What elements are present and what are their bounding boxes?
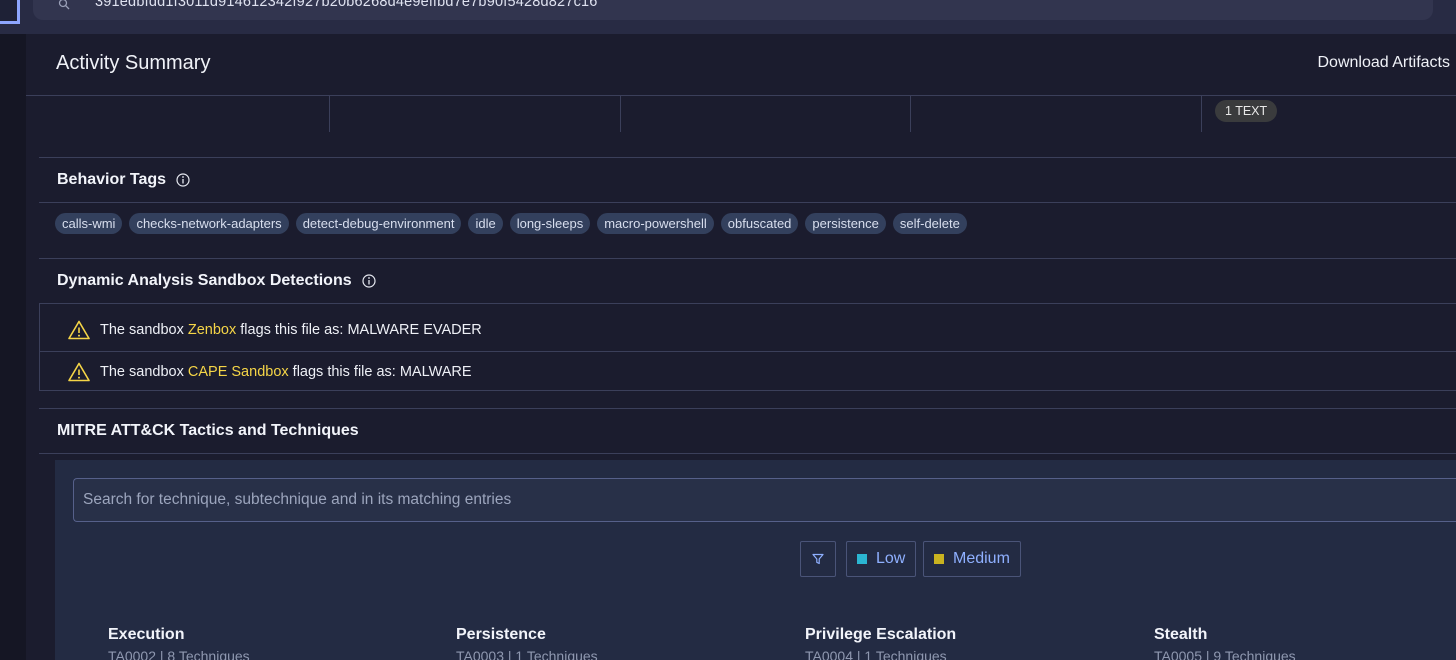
mitre-heading: MITRE ATT&CK Tactics and Techniques — [57, 422, 359, 440]
tactic-meta: TA0004 | 1 Techniques — [805, 648, 956, 660]
sandbox-detections-heading: Dynamic Analysis Sandbox Detections — [57, 272, 376, 290]
behavior-tags-title: Behavior Tags — [57, 171, 167, 188]
tactic-column[interactable]: Stealth TA0005 | 9 Techniques — [1154, 626, 1296, 660]
activity-cell — [620, 96, 910, 132]
divider — [39, 202, 1456, 203]
tactic-id: TA0004 — [805, 648, 853, 660]
medium-swatch — [934, 554, 944, 564]
behavior-tag[interactable]: idle — [468, 213, 503, 234]
behavior-tags-heading: Behavior Tags — [57, 171, 190, 189]
divider — [39, 453, 1456, 454]
tactic-column[interactable]: Persistence TA0003 | 1 Techniques — [456, 626, 598, 660]
legend-medium-label: Medium — [953, 550, 1010, 567]
tactic-name: Execution — [108, 626, 185, 643]
tactic-column[interactable]: Privilege Escalation TA0004 | 1 Techniqu… — [805, 626, 956, 660]
tactic-technique-count: 1 Techniques — [515, 648, 598, 660]
behavior-tag[interactable]: macro-powershell — [597, 213, 714, 234]
mitre-panel: Low Medium Execution TA0002 | 8 Techniqu… — [55, 460, 1456, 660]
tactic-technique-count: 1 Techniques — [864, 648, 947, 660]
behavior-tag[interactable]: detect-debug-environment — [295, 213, 462, 234]
warning-icon — [68, 362, 90, 382]
tactic-technique-count: 9 Techniques — [1213, 648, 1296, 660]
behavior-tag[interactable]: self-delete — [892, 213, 967, 234]
file-hash[interactable]: 391edbfdd1f3011d914612342f927b20b6268d4e… — [95, 0, 598, 10]
sidebar-strip — [0, 34, 26, 660]
tactic-name: Persistence — [456, 626, 546, 643]
tactic-meta: TA0002 | 8 Techniques — [108, 648, 250, 660]
divider — [39, 157, 1456, 158]
tactic-id: TA0002 — [108, 648, 156, 660]
tactic-name: Privilege Escalation — [805, 626, 957, 643]
sandbox-detection-text: The sandbox CAPE Sandbox flags this file… — [100, 364, 472, 380]
legend-low-label: Low — [876, 550, 906, 567]
sandbox-detection-row: The sandbox CAPE Sandbox flags this file… — [40, 351, 1456, 392]
tactic-meta: TA0005 | 9 Techniques — [1154, 648, 1296, 660]
search-icon — [58, 0, 70, 10]
technique-search-input[interactable] — [74, 479, 1456, 521]
detection-verdict: flags this file as: MALWARE EVADER — [236, 321, 482, 338]
activity-cell — [329, 96, 620, 132]
behavior-tag[interactable]: checks-network-adapters — [129, 213, 289, 234]
filter-button[interactable] — [800, 541, 836, 577]
tactic-name: Stealth — [1154, 626, 1208, 643]
text-count-badge[interactable]: 1 TEXT — [1215, 100, 1278, 122]
sandbox-name-link[interactable]: CAPE Sandbox — [188, 364, 289, 380]
info-icon[interactable] — [362, 274, 376, 288]
download-artifacts-link[interactable]: Download Artifacts — [1317, 54, 1450, 72]
divider — [39, 258, 1456, 259]
divider — [39, 408, 1456, 409]
report-content: Activity Summary Download Artifacts 1 TE… — [26, 34, 1456, 660]
sandbox-detections-title: Dynamic Analysis Sandbox Detections — [57, 272, 352, 289]
activity-cell — [910, 96, 1201, 132]
activity-summary-title: Activity Summary — [56, 52, 211, 74]
tactic-technique-count: 8 Techniques — [167, 648, 250, 660]
behavior-tag-list: calls-wmi checks-network-adapters detect… — [55, 213, 967, 234]
tactic-meta: TA0003 | 1 Techniques — [456, 648, 598, 660]
sandbox-name-link[interactable]: Zenbox — [188, 322, 236, 338]
low-swatch — [857, 554, 867, 564]
behavior-tag[interactable]: obfuscated — [720, 213, 799, 234]
behavior-tag[interactable]: persistence — [805, 213, 886, 234]
tactic-id: TA0005 — [1154, 648, 1202, 660]
sandbox-detection-row: The sandbox Zenbox flags this file as: M… — [40, 309, 1456, 350]
legend-low-button[interactable]: Low — [846, 541, 917, 577]
info-icon[interactable] — [176, 173, 190, 187]
mitre-title: MITRE ATT&CK Tactics and Techniques — [57, 422, 359, 439]
filter-icon — [812, 553, 824, 565]
behavior-tag[interactable]: calls-wmi — [55, 213, 123, 234]
tactic-column[interactable]: Execution TA0002 | 8 Techniques — [108, 626, 250, 660]
detection-verdict: flags this file as: MALWARE — [288, 364, 472, 380]
detection-prefix: The sandbox — [100, 321, 188, 338]
sandbox-detection-list: The sandbox Zenbox flags this file as: M… — [39, 303, 1456, 391]
behavior-tag[interactable]: long-sleeps — [509, 213, 591, 234]
technique-search — [73, 478, 1456, 522]
sidebar-edge — [0, 0, 20, 24]
legend-medium-button[interactable]: Medium — [923, 541, 1021, 577]
sandbox-detection-text: The sandbox Zenbox flags this file as: M… — [100, 322, 482, 338]
tactic-id: TA0003 — [456, 648, 504, 660]
hash-search-bar: 391edbfdd1f3011d914612342f927b20b6268d4e… — [0, 0, 1456, 34]
warning-icon — [68, 320, 90, 339]
detection-prefix: The sandbox — [100, 364, 188, 380]
